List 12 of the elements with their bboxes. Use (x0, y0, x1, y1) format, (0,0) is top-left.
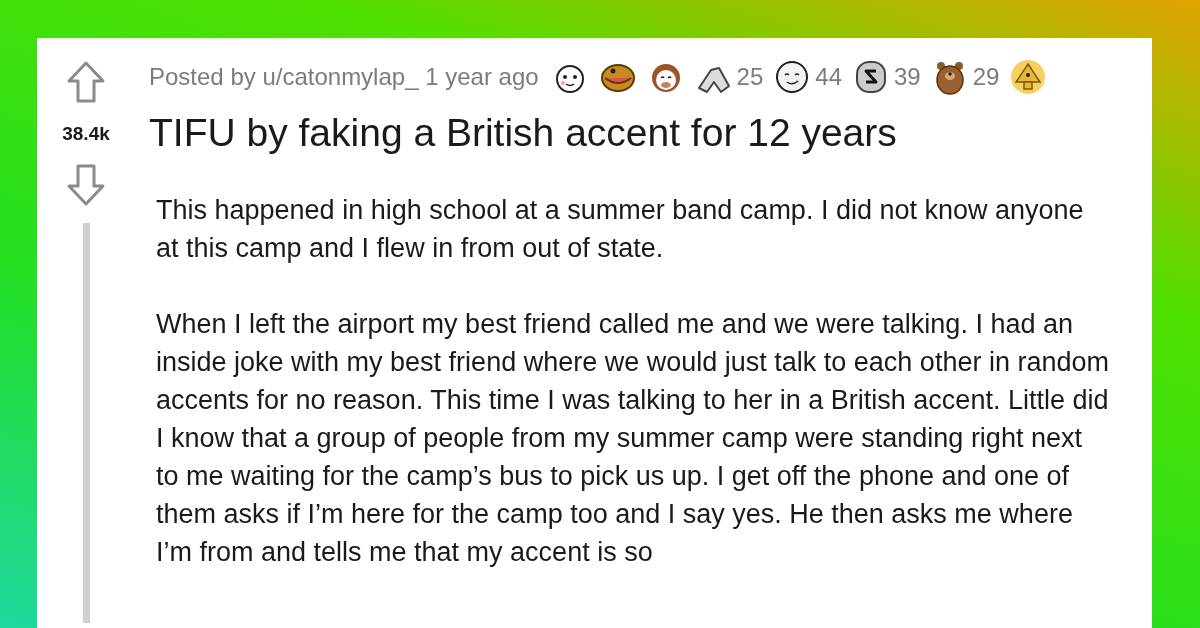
award-count: 44 (815, 62, 842, 92)
upvote-icon[interactable] (66, 60, 106, 104)
vote-score: 38.4k (62, 122, 110, 146)
post-paragraph: When I left the airport my best friend called me and we were talking. I had an inside joke with my best friend where we would just talk to each other in random accents for no reason. This time I was talking to her in a British accent. Little did I know that a group of people from my summer camp were standing right next to me waiting for the camp’s bus to pick us up. I get off the phone and one of them asks if I’m here for the camp too and I say yes. He then asks me where I’m from and tells me that my accent is so (156, 307, 1109, 569)
pyramid-icon (1009, 58, 1048, 96)
award-count: 25 (736, 62, 764, 92)
award-count: 29 (972, 62, 1000, 92)
post-paragraph: This happened in high school at a summer band camp. I did not know anyone at this camp and I flew in from out of state. (156, 193, 1085, 265)
award-count: 39 (894, 62, 921, 92)
post-title: TIFU by faking a British accent for 12 years (149, 110, 898, 156)
post-meta: Posted by u/catonmylap_ 1 year ago (149, 62, 539, 92)
downvote-icon[interactable] (66, 162, 106, 207)
